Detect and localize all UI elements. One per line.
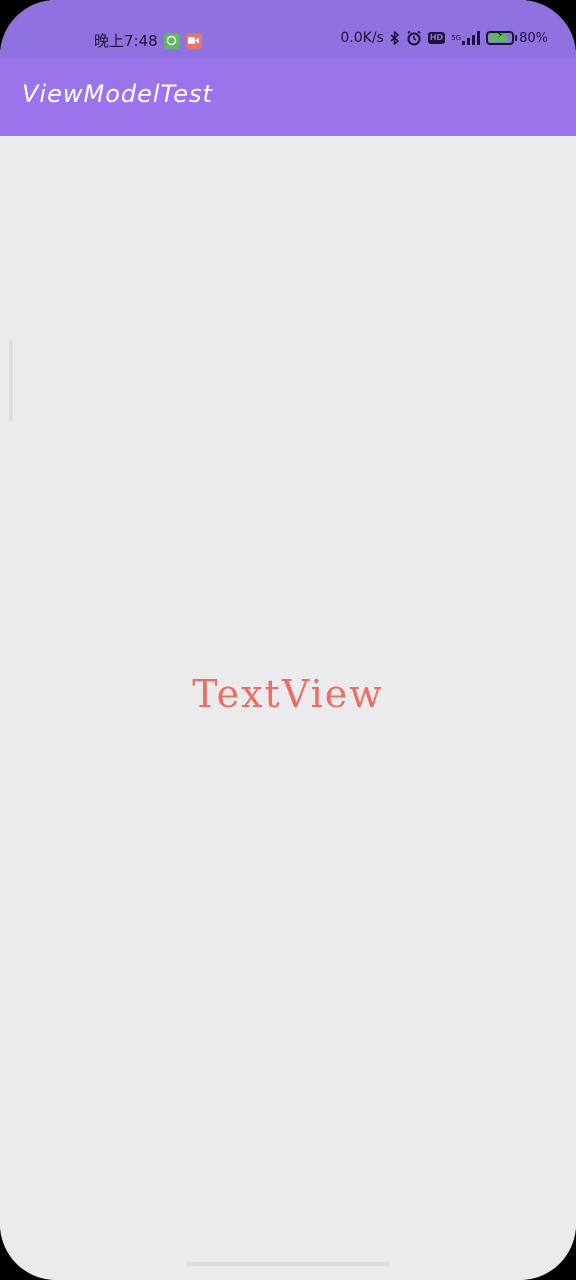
hd-icon: HD: [427, 32, 446, 44]
status-bar: 晚上7:48 0.0K/s HD 5G ⚡ 80%: [0, 0, 576, 58]
status-left: 晚上7:48: [94, 30, 202, 51]
video-call-icon: [185, 32, 202, 49]
charging-bolt-icon: ⚡: [496, 30, 504, 41]
screen: 晚上7:48 0.0K/s HD 5G ⚡ 80% ViewModelTest …: [0, 0, 576, 1280]
signal-label: 5G: [451, 33, 462, 42]
app-bar: ViewModelTest: [0, 58, 576, 136]
battery-indicator: ⚡ 80%: [486, 30, 548, 46]
signal-icon: 5G: [451, 31, 481, 45]
status-time: 晚上7:48: [94, 32, 158, 50]
wechat-icon: [163, 32, 180, 49]
home-indicator[interactable]: [186, 1262, 390, 1266]
status-right: 0.0K/s HD 5G ⚡ 80%: [340, 30, 548, 46]
text-view: TextView: [192, 672, 384, 716]
alarm-icon: [406, 30, 422, 46]
main-content: TextView: [0, 136, 576, 1280]
bluetooth-icon: [390, 31, 400, 45]
app-title: ViewModelTest: [22, 80, 213, 108]
battery-percent: 80%: [519, 30, 548, 46]
edge-gesture-handle[interactable]: [9, 340, 13, 422]
device-frame: 晚上7:48 0.0K/s HD 5G ⚡ 80% ViewModelTest …: [0, 0, 576, 1280]
network-speed: 0.0K/s: [340, 30, 384, 46]
